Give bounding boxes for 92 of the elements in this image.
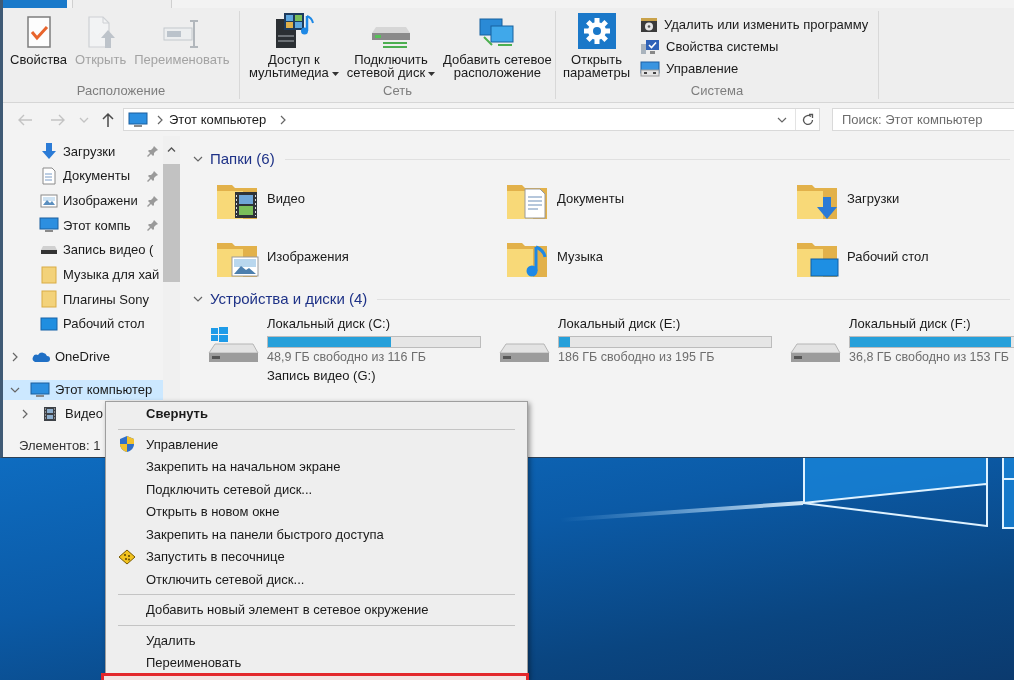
nav-item[interactable]: Документы [3, 163, 163, 189]
menu-item[interactable]: Управление [106, 433, 527, 456]
menu-item[interactable]: Отключить сетевой диск... [106, 568, 527, 591]
scroll-up-icon[interactable] [167, 146, 176, 152]
shield-icon [119, 435, 135, 454]
monitor-check-icon [640, 39, 660, 55]
ribbon-button[interactable]: Доступ к мультимедиа [247, 11, 341, 83]
cloud-icon [30, 350, 50, 363]
folder-item[interactable]: Музыка [505, 235, 603, 279]
menu-item[interactable]: Переименовать [106, 651, 527, 674]
ribbon-button[interactable]: Свойства системы [638, 36, 871, 58]
folder-item[interactable]: Загрузки [795, 177, 900, 221]
drive-name: Локальный диск (E:) [558, 316, 682, 332]
ribbon-button[interactable]: Свойства [8, 11, 70, 83]
folder-item[interactable]: Документы [505, 177, 624, 221]
folder-icon [41, 265, 57, 284]
group-label: Система [689, 83, 745, 99]
chevron-down-icon[interactable] [777, 116, 787, 123]
folder-item[interactable]: Изображения [215, 235, 349, 279]
ribbon-button[interactable]: Добавить сетевое расположение [441, 11, 554, 83]
menu-item[interactable]: Добавить новый элемент в сетевое окружение [106, 598, 527, 621]
tree-item[interactable]: Этот компьютер [3, 379, 163, 400]
free-space-text: 186 ГБ свободно из 195 ГБ [558, 349, 716, 365]
section-header: Устройства и диски (4) [210, 288, 368, 309]
free-space-text: 48,9 ГБ свободно из 116 ГБ [267, 349, 427, 365]
free-space-text: 36,8 ГБ свободно из 153 ГБ [849, 349, 1010, 365]
drive-name: Запись видео (G:) [267, 368, 376, 384]
document-up-arrow-icon [85, 15, 116, 49]
ribbon-button[interactable]: Удалить или изменить программу [638, 14, 871, 36]
textbox-cursor-icon [162, 19, 201, 49]
chevron-right-icon[interactable] [157, 114, 163, 125]
monitor-icon [128, 111, 148, 128]
folder-icon [41, 290, 57, 309]
film-icon [43, 405, 57, 422]
ribbon-button[interactable]: Управление [638, 58, 871, 80]
menu-item[interactable]: Удалить [106, 629, 527, 652]
folder-item[interactable]: Рабочий стол [795, 235, 929, 279]
breadcrumb-item[interactable]: Этот компьютер [169, 109, 267, 130]
menu-item[interactable]: Подключить сетевой диск... [106, 478, 527, 501]
up-arrow-icon [100, 111, 116, 128]
menu-item[interactable]: Свернуть [106, 403, 527, 425]
tree-item[interactable]: OneDrive [3, 346, 112, 367]
windows-drive-icon [208, 327, 259, 363]
film-music-icon [273, 11, 314, 49]
chevron-right-icon[interactable] [22, 408, 28, 419]
menu-item[interactable]: Закрепить на панели быстрого доступа [106, 523, 527, 546]
nav-item[interactable]: Рабочий стол [3, 311, 163, 337]
document-icon [41, 167, 57, 186]
nav-item[interactable]: Плагины Sony [3, 287, 163, 312]
settings-icon [577, 13, 616, 49]
monitors-icon [478, 17, 517, 49]
scrollbar-thumb[interactable] [163, 164, 180, 282]
search-field[interactable]: Поиск: Этот компьютер [832, 108, 1014, 131]
nav-item[interactable]: Музыка для хай [3, 262, 163, 288]
nav-item[interactable]: Запись видео ( [3, 237, 163, 263]
chevron-right-icon[interactable] [12, 351, 18, 362]
chevron-down-icon[interactable] [193, 156, 203, 162]
section-header: Папки (6) [210, 148, 275, 169]
ribbon-button[interactable]: Подключить сетевой диск [344, 11, 438, 83]
up-button[interactable] [100, 111, 116, 128]
status-text: Элементов: 1 [19, 437, 101, 456]
drive-icon [790, 343, 841, 363]
nav-item[interactable]: Загрузки [3, 139, 163, 164]
diamond-icon [118, 548, 136, 565]
disc-box-icon [640, 17, 658, 33]
computer-icon [640, 61, 660, 77]
chevron-down-icon [79, 116, 89, 123]
menu-item[interactable]: Открыть в новом окне [106, 500, 527, 523]
drive-name: Локальный диск (C:) [267, 316, 392, 332]
monitor-icon [39, 217, 59, 234]
ribbon-button[interactable]: Открыть параметры [561, 11, 632, 83]
drive-icon [499, 343, 550, 363]
folder-item[interactable]: Видео [215, 177, 305, 221]
checklist-document-icon [24, 15, 53, 49]
screen-icon [40, 317, 58, 332]
refresh-icon [800, 112, 815, 127]
menu-item[interactable]: Закрепить на начальном экране [106, 455, 527, 478]
picture-icon [40, 193, 58, 208]
download-arrow-icon [40, 142, 58, 161]
nav-item[interactable]: Этот компь [3, 213, 163, 238]
drive-name: Локальный диск (F:) [849, 316, 972, 332]
monitor-icon [30, 381, 50, 398]
chevron-right-icon[interactable] [280, 114, 287, 125]
chevron-down-icon[interactable] [193, 296, 203, 302]
group-label: Расположение [75, 83, 167, 99]
group-label: Сеть [382, 83, 413, 99]
menu-item[interactable]: Запустить в песочнице [106, 545, 527, 568]
address-bar[interactable]: Этот компьютер [123, 108, 820, 131]
nav-item[interactable]: Изображени [3, 188, 163, 214]
drive-icon [40, 245, 58, 256]
tree-item[interactable]: Видео [3, 403, 105, 424]
chevron-down-icon[interactable] [10, 386, 20, 393]
